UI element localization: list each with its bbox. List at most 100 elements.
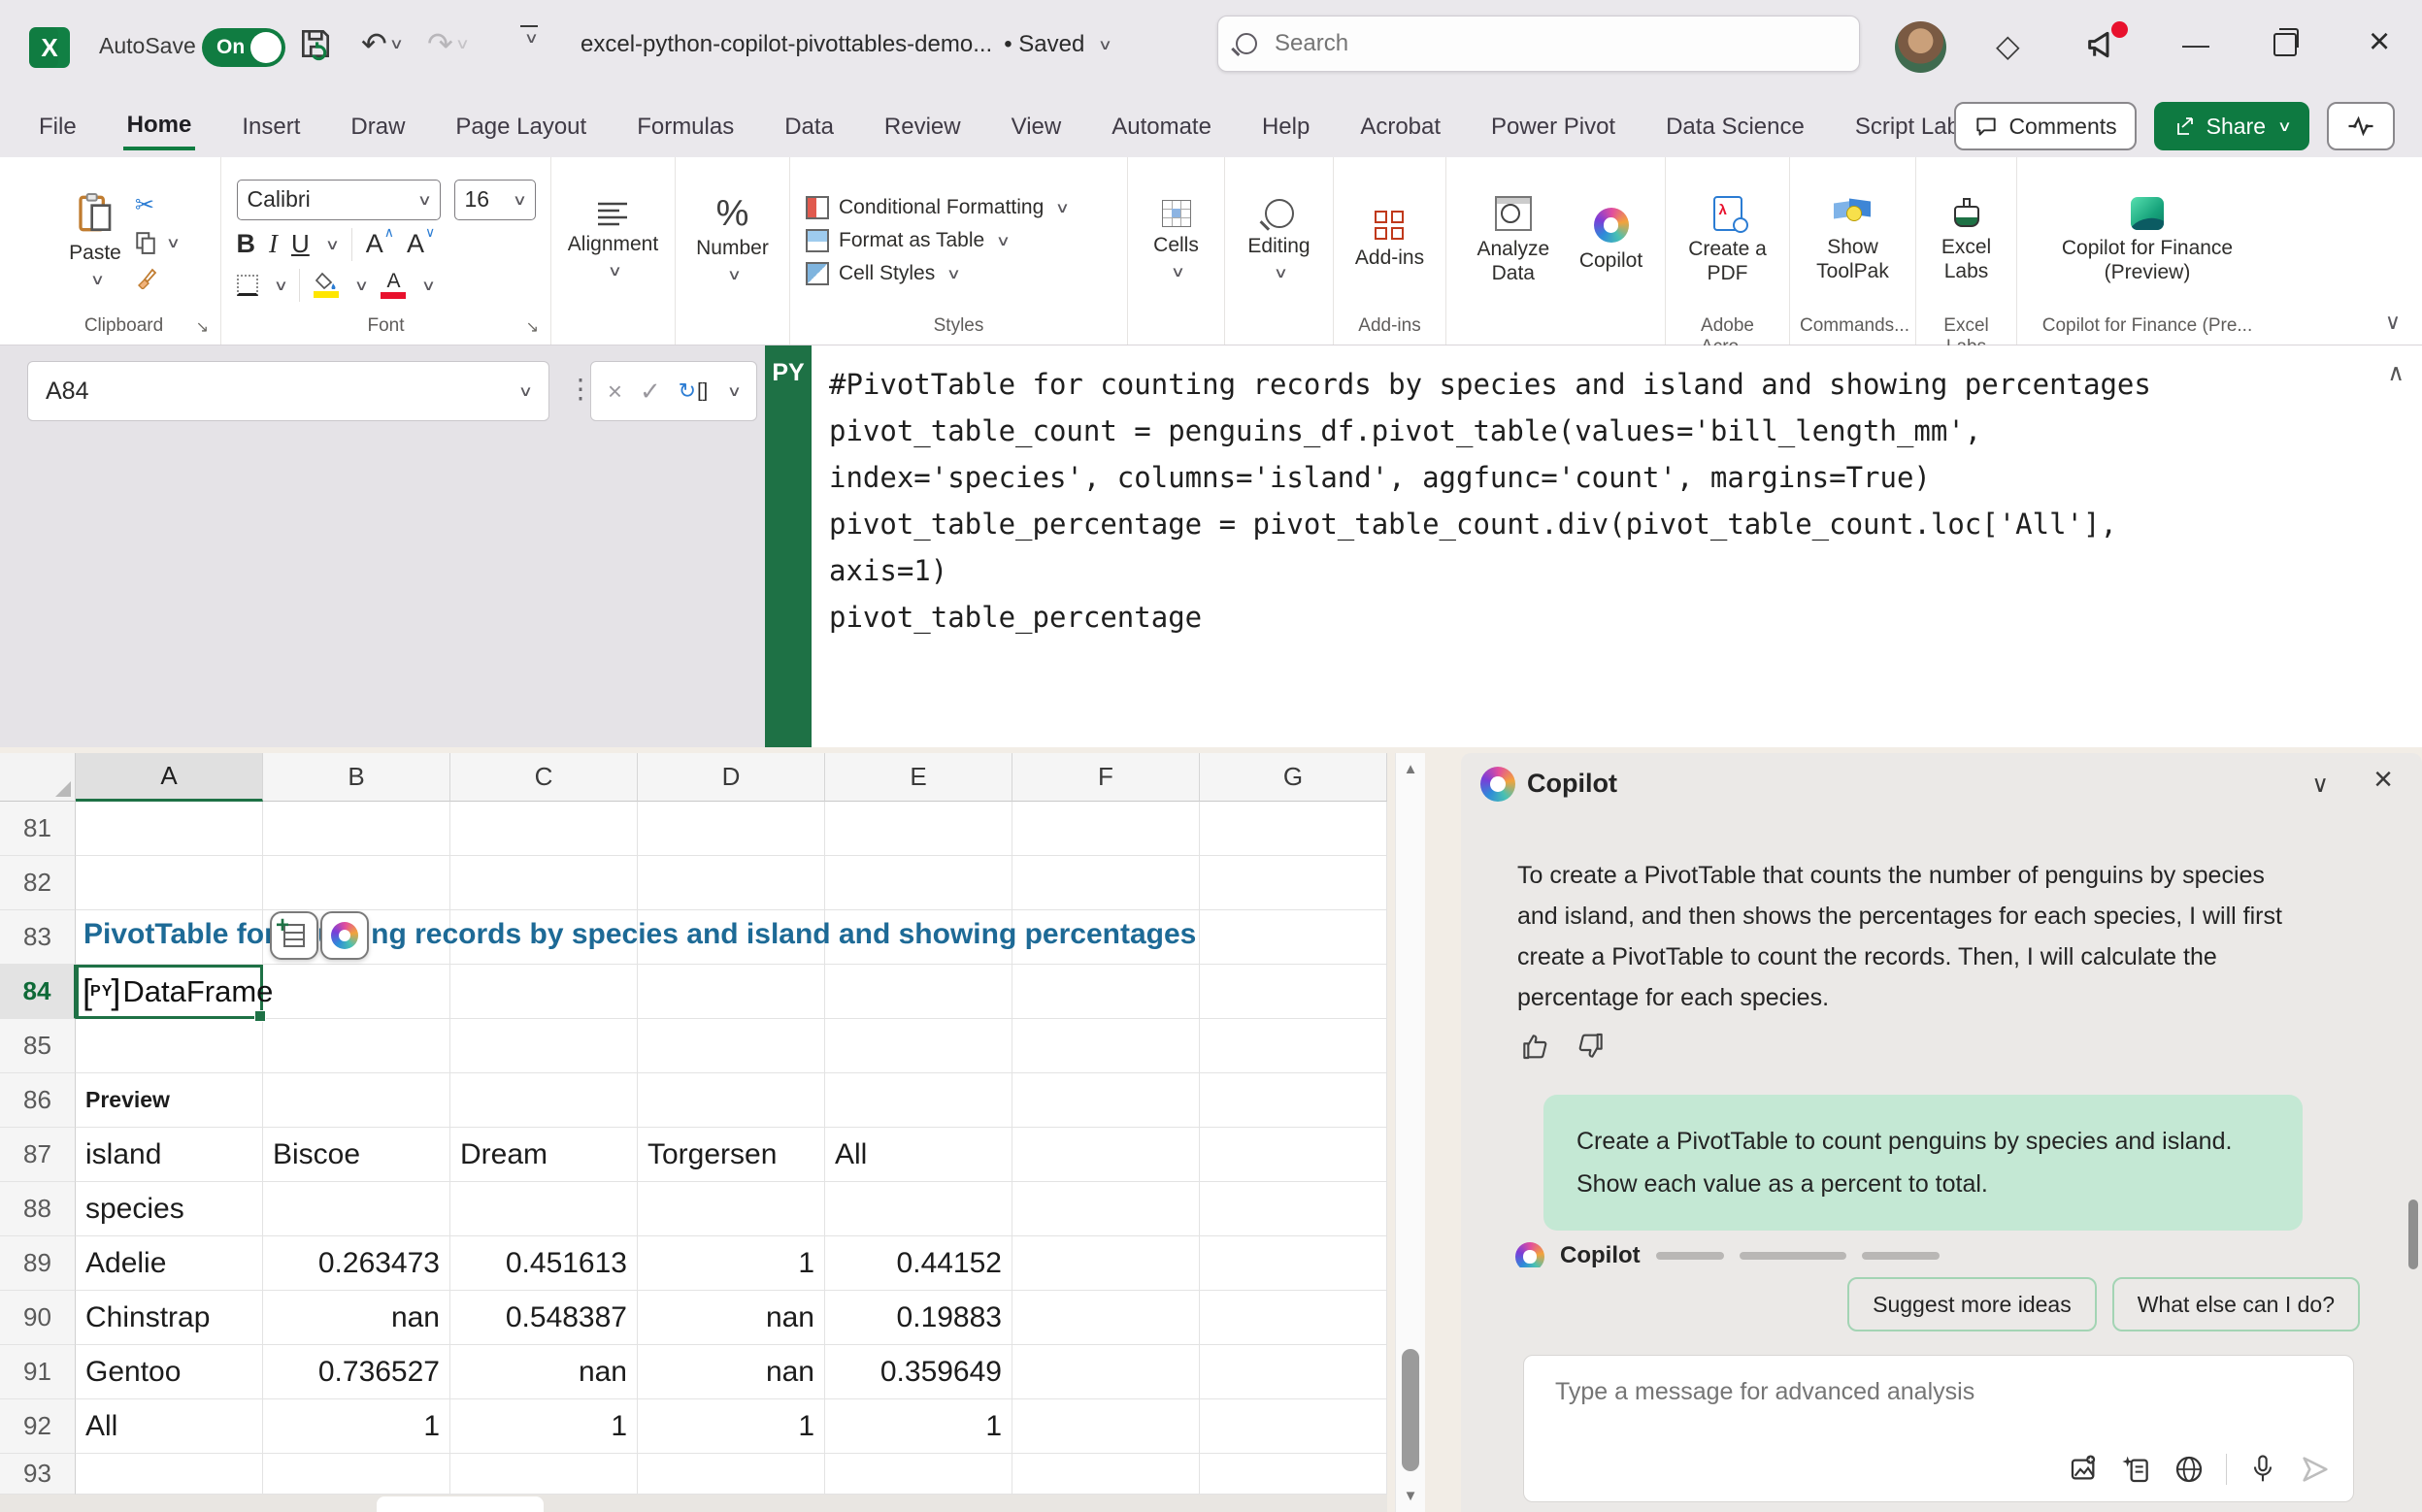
cell-B87[interactable]: Biscoe [263,1128,450,1182]
cell-C89[interactable]: 0.451613 [450,1236,638,1291]
feedback-megaphone-button[interactable] [2083,25,2126,68]
editing-button[interactable]: Editing∨ [1247,199,1310,281]
row-header-84[interactable]: 84 [0,965,76,1019]
row-header-82[interactable]: 82 [0,856,76,910]
cut-button[interactable]: ✂ [135,191,154,219]
cell-F87[interactable] [1012,1128,1200,1182]
cell-D87[interactable]: Torgersen [638,1128,825,1182]
cell-C90[interactable]: 0.548387 [450,1291,638,1345]
prompt-library-button[interactable] [2121,1454,2152,1485]
cell-A88[interactable]: species [76,1182,263,1236]
title-chevron-icon[interactable]: ∨ [1098,36,1112,53]
row-header-88[interactable]: 88 [0,1182,76,1236]
undo-button[interactable]: ↶ ∨ [361,25,402,62]
cell-G91[interactable] [1200,1345,1387,1399]
cell-A81[interactable] [76,802,263,856]
redo-button[interactable]: ↷ ∨ [427,25,468,62]
cell-F85[interactable] [1012,1019,1200,1073]
number-button[interactable]: % Number ∨ [696,197,769,283]
scroll-down-icon[interactable]: ▼ [1396,1488,1425,1504]
autosave-toggle[interactable]: On [202,28,285,67]
cell-C93[interactable] [450,1454,638,1495]
cell-A82[interactable] [76,856,263,910]
copy-chevron-icon[interactable]: ∨ [166,234,181,251]
code-line[interactable]: index='species', columns='island', aggfu… [829,454,2364,501]
collapse-ribbon-button[interactable]: ∨ [2385,310,2401,335]
avatar[interactable] [1895,21,1946,73]
cell-F93[interactable] [1012,1454,1200,1495]
underline-button[interactable]: U [291,229,310,259]
tab-script-lab[interactable]: Script Lab [1851,104,1964,148]
tab-file[interactable]: File [35,104,81,148]
cell-a83-overflow-text[interactable]: PivotTable for counting records by speci… [83,918,1196,951]
row-header-89[interactable]: 89 [0,1236,76,1291]
column-header-B[interactable]: B [263,753,450,802]
cell-G83[interactable] [1200,910,1387,965]
suggestion-button-suggest-more-ideas[interactable]: Suggest more ideas [1847,1277,2097,1331]
cell-C81[interactable] [450,802,638,856]
row-header-90[interactable]: 90 [0,1291,76,1345]
cell-F82[interactable] [1012,856,1200,910]
cell-A87[interactable]: island [76,1128,263,1182]
cell-D82[interactable] [638,856,825,910]
fill-color-button[interactable] [314,272,339,298]
cell-E84[interactable] [825,965,1012,1019]
font-name-select[interactable]: Calibri∨ [237,180,441,220]
cell-A86[interactable]: Preview [76,1073,263,1128]
customize-quick-access-button[interactable]: ∨ [520,25,538,47]
cell-G82[interactable] [1200,856,1387,910]
row-header-86[interactable]: 86 [0,1073,76,1128]
undo-chevron-icon[interactable]: ∨ [389,35,404,52]
copilot-finance-button[interactable]: Copilot for Finance (Preview) [2045,197,2249,284]
cell-D90[interactable]: nan [638,1291,825,1345]
column-header-G[interactable]: G [1200,753,1387,802]
tab-data[interactable]: Data [780,104,838,148]
tab-view[interactable]: View [1008,104,1066,148]
code-line[interactable]: pivot_table_count = penguins_df.pivot_ta… [829,408,2364,454]
copilot-cell-button[interactable] [320,911,369,960]
name-box[interactable]: A84 ∨ [27,361,549,421]
cell-F92[interactable] [1012,1399,1200,1454]
cell-A85[interactable] [76,1019,263,1073]
cell-E82[interactable] [825,856,1012,910]
cell-G81[interactable] [1200,802,1387,856]
cell-F84[interactable] [1012,965,1200,1019]
cells-button[interactable]: Cells∨ [1153,200,1199,280]
cell-D86[interactable] [638,1073,825,1128]
formula-code-editor[interactable]: #PivotTable for counting records by spec… [812,345,2422,747]
pane-scrollbar-thumb[interactable] [2408,1200,2418,1269]
cell-F81[interactable] [1012,802,1200,856]
scroll-up-icon[interactable]: ▲ [1396,761,1425,777]
horizontal-scrollbar-thumb[interactable] [377,1496,544,1512]
selected-cell-a84[interactable]: [PY] DataFrame [76,965,263,1019]
collapse-formula-bar-button[interactable]: ∧ [2387,359,2405,387]
cell-A93[interactable] [76,1454,263,1495]
search-input[interactable] [1273,29,1822,58]
insert-data-button[interactable] [270,911,318,960]
document-title[interactable]: excel-python-copilot-pivottables-demo...… [581,31,1111,58]
restore-button[interactable] [2273,33,2297,56]
tab-page-layout[interactable]: Page Layout [451,104,590,148]
excel-labs-button[interactable]: Excel Labs [1933,198,2001,283]
tab-automate[interactable]: Automate [1108,104,1215,148]
conditional-formatting-button[interactable]: Conditional Formatting∨ [806,196,1068,219]
font-color-button[interactable]: A [381,272,406,299]
column-header-C[interactable]: C [450,753,638,802]
cell-B92[interactable]: 1 [263,1399,450,1454]
cell-F91[interactable] [1012,1345,1200,1399]
tab-review[interactable]: Review [880,104,965,148]
cell-E90[interactable]: 0.19883 [825,1291,1012,1345]
borders-chevron-icon[interactable]: ∨ [273,277,287,294]
cell-F89[interactable] [1012,1236,1200,1291]
show-toolpak-button[interactable]: Show ToolPak [1805,198,1902,283]
bold-button[interactable]: B [237,229,256,259]
cell-E89[interactable]: 0.44152 [825,1236,1012,1291]
copilot-button[interactable]: Copilot [1579,208,1642,273]
tab-insert[interactable]: Insert [238,104,304,148]
name-box-chevron-icon[interactable]: ∨ [518,382,533,400]
copilot-input[interactable] [1553,1377,2178,1407]
cell-C82[interactable] [450,856,638,910]
grid-vertical-scrollbar[interactable]: ▲ ▼ [1395,753,1425,1512]
paste-button[interactable]: Paste ∨ [69,192,121,288]
cell-B82[interactable] [263,856,450,910]
